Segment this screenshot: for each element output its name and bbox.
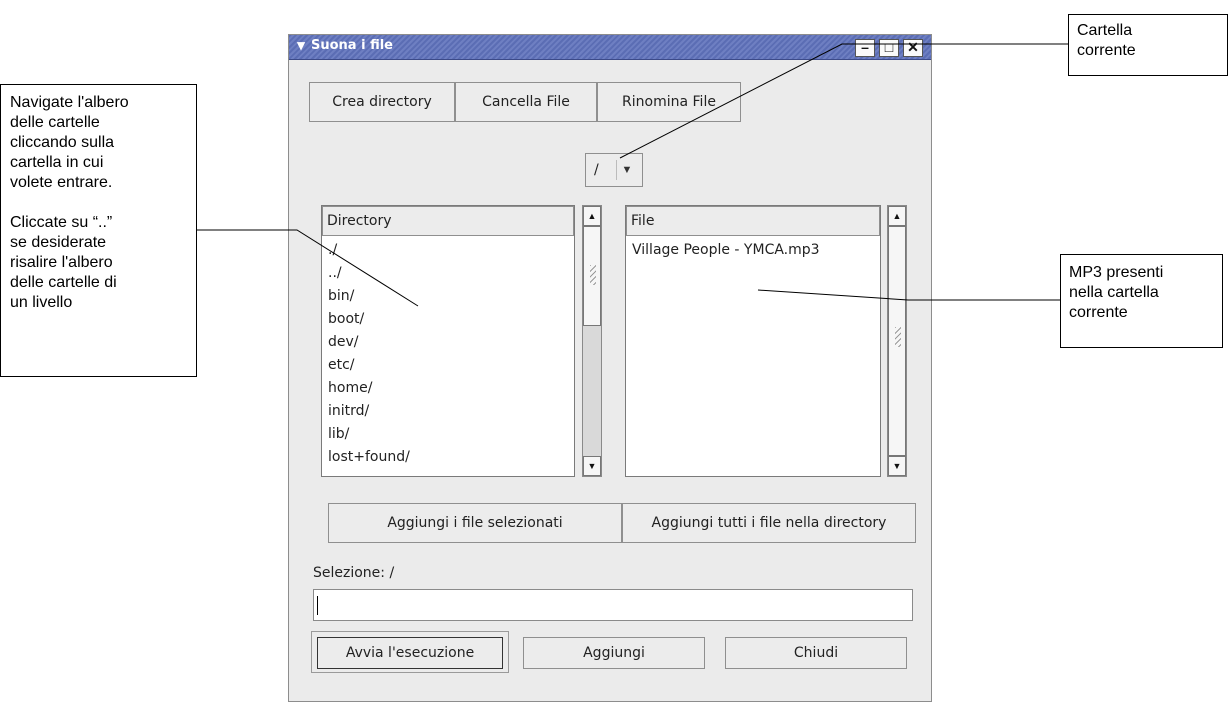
- file-list[interactable]: File Village People - YMCA.mp3: [625, 205, 881, 477]
- annotation-line: risalire l'albero: [10, 254, 113, 271]
- delete-file-button[interactable]: Cancella File: [455, 82, 597, 122]
- chevron-down-icon[interactable]: ▼: [616, 160, 637, 180]
- minimize-icon[interactable]: –: [855, 39, 875, 57]
- list-item[interactable]: lib/: [322, 423, 574, 446]
- annotation-line: MP3 presenti: [1069, 264, 1164, 281]
- directory-column-header[interactable]: Directory: [322, 206, 574, 236]
- annotation-line: cartella in cui: [10, 154, 104, 171]
- path-dropdown[interactable]: / ▼: [585, 153, 643, 187]
- directory-scrollbar[interactable]: ▲ ▼: [582, 205, 602, 477]
- annotation-navigate: Navigate l'albero delle cartelle cliccan…: [0, 84, 197, 377]
- list-item[interactable]: etc/: [322, 354, 574, 377]
- scroll-down-icon[interactable]: ▼: [583, 456, 601, 476]
- add-all-files-button[interactable]: Aggiungi tutti i file nella directory: [622, 503, 916, 543]
- list-item[interactable]: ../: [322, 262, 574, 285]
- close-button[interactable]: Chiudi: [725, 637, 907, 669]
- annotation-line: cliccando sulla: [10, 134, 115, 151]
- close-icon[interactable]: ✕: [903, 39, 923, 57]
- annotation-line: se desiderate: [10, 234, 107, 251]
- path-value: /: [594, 162, 599, 178]
- annotation-line: corrente: [1077, 42, 1136, 59]
- grip-icon: [895, 327, 901, 347]
- grip-icon: [590, 265, 596, 285]
- window-menu-icon[interactable]: ▾: [293, 38, 309, 54]
- annotation-line: delle cartelle: [10, 114, 100, 131]
- scroll-down-icon[interactable]: ▼: [888, 456, 906, 476]
- rename-file-button[interactable]: Rinomina File: [597, 82, 741, 122]
- annotation-line: Cliccate su “..”: [10, 214, 113, 231]
- create-directory-button[interactable]: Crea directory: [309, 82, 455, 122]
- annotation-line: Navigate l'albero: [10, 94, 129, 111]
- list-item[interactable]: Village People - YMCA.mp3: [626, 239, 880, 262]
- window-title: Suona i file: [311, 38, 393, 53]
- list-item[interactable]: bin/: [322, 285, 574, 308]
- list-item[interactable]: dev/: [322, 331, 574, 354]
- annotation-line: Cartella: [1077, 22, 1133, 39]
- selection-label: Selezione: /: [313, 565, 395, 581]
- annotation-line: un livello: [10, 294, 73, 311]
- selection-input[interactable]: [313, 589, 913, 621]
- scroll-up-icon[interactable]: ▲: [888, 206, 906, 226]
- list-item[interactable]: home/: [322, 377, 574, 400]
- list-item[interactable]: lost+found/: [322, 446, 574, 469]
- annotation-line: nella cartella: [1069, 284, 1159, 301]
- scroll-thumb[interactable]: [583, 226, 601, 326]
- start-playback-button[interactable]: Avvia l'esecuzione: [317, 637, 503, 669]
- list-item[interactable]: boot/: [322, 308, 574, 331]
- scroll-up-icon[interactable]: ▲: [583, 206, 601, 226]
- list-item[interactable]: ./: [322, 239, 574, 262]
- annotation-line: delle cartelle di: [10, 274, 117, 291]
- file-scrollbar[interactable]: ▲ ▼: [887, 205, 907, 477]
- file-dialog-window: ▾ Suona i file – □ ✕ Crea directory Canc…: [288, 34, 932, 702]
- annotation-line: corrente: [1069, 304, 1128, 321]
- annotation-line: volete entrare.: [10, 174, 113, 191]
- add-selected-files-button[interactable]: Aggiungi i file selezionati: [328, 503, 622, 543]
- maximize-icon[interactable]: □: [879, 39, 899, 57]
- annotation-current-folder: Cartella corrente: [1068, 14, 1228, 76]
- file-column-header[interactable]: File: [626, 206, 880, 236]
- list-item[interactable]: initrd/: [322, 400, 574, 423]
- annotation-mp3: MP3 presenti nella cartella corrente: [1060, 254, 1223, 348]
- directory-list[interactable]: Directory ./ ../ bin/ boot/ dev/ etc/ ho…: [321, 205, 575, 477]
- add-button[interactable]: Aggiungi: [523, 637, 705, 669]
- title-bar[interactable]: ▾ Suona i file – □ ✕: [289, 35, 931, 60]
- text-caret: [317, 596, 318, 615]
- scroll-thumb[interactable]: [888, 226, 906, 456]
